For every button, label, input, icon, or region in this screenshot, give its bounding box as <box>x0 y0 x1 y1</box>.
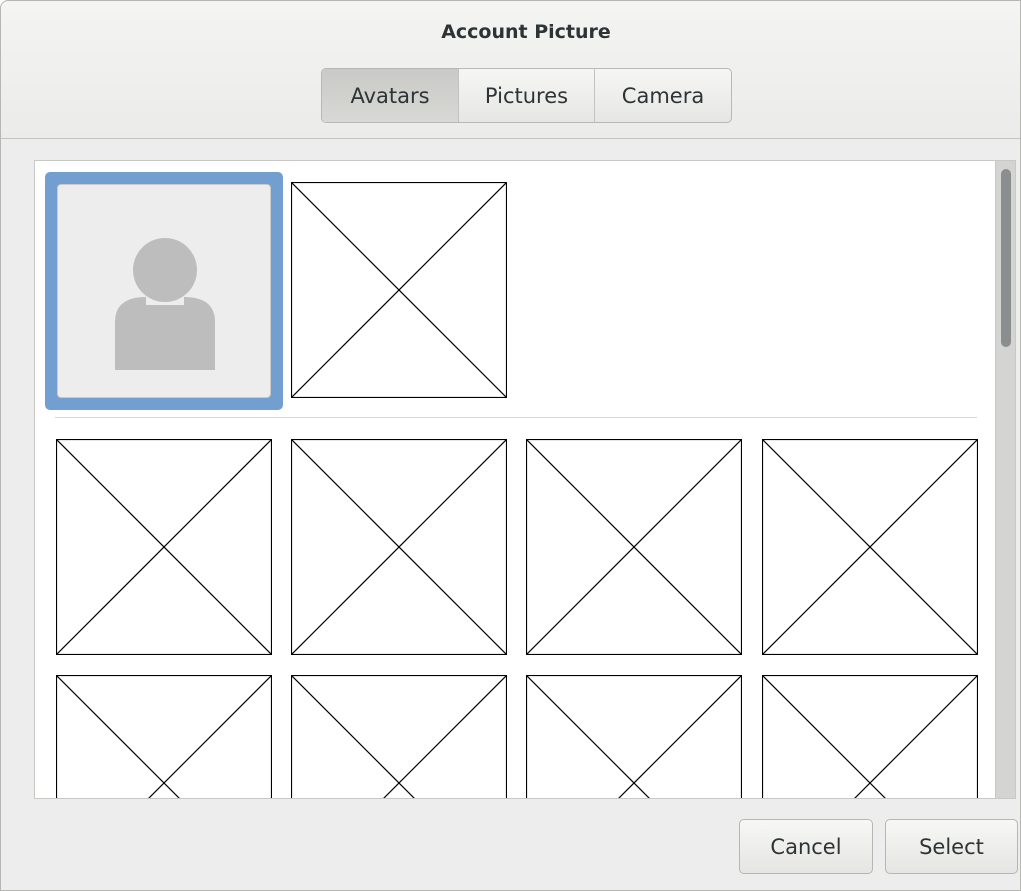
avatar-tile[interactable] <box>762 675 978 798</box>
avatar-tile[interactable] <box>762 439 978 655</box>
avatar-tile[interactable] <box>291 182 507 398</box>
avatar-tile[interactable] <box>291 439 507 655</box>
vertical-scrollbar[interactable] <box>995 161 1015 798</box>
source-tabs: Avatars Pictures Camera <box>321 68 732 123</box>
missing-image-icon <box>526 439 742 655</box>
person-icon <box>115 238 215 370</box>
avatar-tile[interactable] <box>56 675 272 798</box>
cancel-button[interactable]: Cancel <box>739 819 873 874</box>
avatar-tile[interactable] <box>56 439 272 655</box>
tab-pictures[interactable]: Pictures <box>459 69 595 122</box>
missing-image-icon <box>762 439 978 655</box>
avatar-tile[interactable] <box>526 675 742 798</box>
avatar-tile[interactable] <box>291 675 507 798</box>
tab-avatars[interactable]: Avatars <box>322 69 459 122</box>
select-button[interactable]: Select <box>885 819 1018 874</box>
section-separator <box>55 417 977 418</box>
avatar-tile[interactable] <box>526 439 742 655</box>
missing-image-icon <box>526 675 742 798</box>
missing-image-icon <box>762 675 978 798</box>
scrollbar-thumb[interactable] <box>1001 169 1011 347</box>
missing-image-icon <box>56 439 272 655</box>
missing-image-icon <box>291 182 507 398</box>
missing-image-icon <box>291 675 507 798</box>
tab-camera[interactable]: Camera <box>595 69 731 122</box>
account-picture-dialog: Account Picture Avatars Pictures Camera <box>0 0 1021 891</box>
default-avatar-tile[interactable] <box>45 172 283 410</box>
avatar-grid <box>34 160 1016 799</box>
dialog-title: Account Picture <box>441 21 611 43</box>
missing-image-icon <box>291 439 507 655</box>
missing-image-icon <box>56 675 272 798</box>
default-avatar-frame <box>57 184 271 398</box>
dialog-header: Account Picture Avatars Pictures Camera <box>1 1 1020 139</box>
